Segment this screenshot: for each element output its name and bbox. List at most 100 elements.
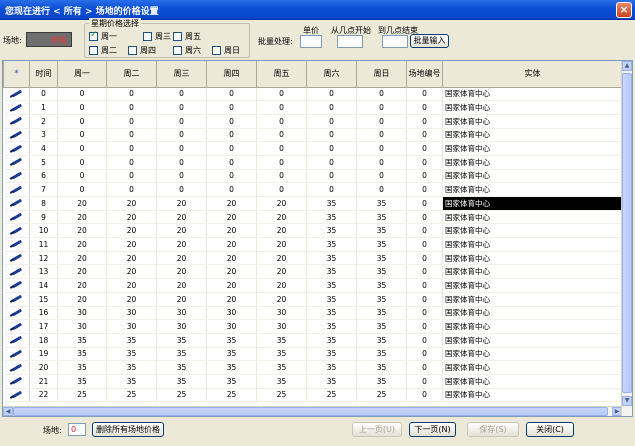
cell-tue[interactable]: 35: [106, 333, 157, 348]
cell-mon[interactable]: 30: [57, 319, 107, 334]
cell-time[interactable]: 13: [29, 264, 58, 280]
cell-thu[interactable]: 20: [206, 264, 257, 280]
cell-mon[interactable]: 20: [57, 210, 107, 225]
cell-mon[interactable]: 20: [57, 196, 107, 211]
table-row[interactable]: 20 35 35 35 35 35 35 35 0 国家体育中心: [3, 360, 623, 375]
cell-sat[interactable]: 35: [306, 264, 357, 280]
cell-fri[interactable]: 0: [256, 114, 307, 129]
horizontal-scrollbar[interactable]: ◀ ▶: [3, 406, 622, 416]
cell-sun[interactable]: 0: [356, 128, 407, 143]
cell-venue-id[interactable]: 0: [406, 182, 443, 197]
delete-all-prices-button[interactable]: 删除所有场地价格: [92, 422, 164, 437]
scroll-left-icon[interactable]: ◀: [3, 407, 13, 416]
cell-venue-id[interactable]: 0: [406, 264, 443, 280]
cell-tue[interactable]: 30: [106, 306, 157, 321]
cell-thu[interactable]: 20: [206, 251, 257, 266]
cell-fri[interactable]: 20: [256, 196, 307, 211]
cell-tue[interactable]: 35: [106, 374, 157, 389]
cell-fri[interactable]: 20: [256, 251, 307, 266]
cell-wed[interactable]: 0: [156, 169, 207, 184]
row-selector[interactable]: [3, 278, 30, 293]
cell-fri[interactable]: 0: [256, 141, 307, 156]
cell-time[interactable]: 8: [29, 196, 58, 211]
cell-entity[interactable]: 国家体育中心: [442, 306, 623, 321]
cell-thu[interactable]: 0: [206, 182, 257, 197]
cell-time[interactable]: 22: [29, 388, 58, 403]
cell-time[interactable]: 20: [29, 360, 58, 375]
cell-mon[interactable]: 20: [57, 251, 107, 266]
row-selector[interactable]: [3, 292, 30, 307]
table-row[interactable]: 6 0 0 0 0 0 0 0 0 国家体育中心: [3, 169, 623, 184]
cell-sat[interactable]: 35: [306, 237, 357, 252]
row-selector[interactable]: [3, 306, 30, 321]
cell-time[interactable]: 1: [29, 100, 58, 115]
cell-time[interactable]: 17: [29, 319, 58, 334]
cell-fri[interactable]: 0: [256, 100, 307, 115]
row-selector[interactable]: [3, 100, 30, 115]
cell-venue-id[interactable]: 0: [406, 87, 443, 102]
venue-select[interactable]: 所有: [26, 32, 72, 47]
cell-fri[interactable]: 20: [256, 210, 307, 225]
cell-time[interactable]: 6: [29, 169, 58, 184]
cell-time[interactable]: 5: [29, 155, 58, 170]
column-header-tue[interactable]: 周二: [106, 61, 157, 88]
cell-fri[interactable]: 35: [256, 333, 307, 348]
cell-fri[interactable]: 20: [256, 264, 307, 280]
cell-time[interactable]: 12: [29, 251, 58, 266]
cell-time[interactable]: 4: [29, 141, 58, 156]
checkbox-box[interactable]: [212, 46, 221, 55]
cell-sat[interactable]: 0: [306, 87, 357, 102]
cell-tue[interactable]: 0: [106, 128, 157, 143]
cell-sun[interactable]: 35: [356, 292, 407, 307]
column-header-time[interactable]: 时间: [29, 61, 58, 88]
cell-mon[interactable]: 35: [57, 333, 107, 348]
cell-sun[interactable]: 35: [356, 251, 407, 266]
cell-entity[interactable]: 国家体育中心: [442, 100, 623, 115]
cell-tue[interactable]: 20: [106, 210, 157, 225]
cell-venue-id[interactable]: 0: [406, 251, 443, 266]
table-row[interactable]: 11 20 20 20 20 20 35 35 0 国家体育中心: [3, 237, 623, 252]
row-selector[interactable]: [3, 388, 30, 403]
row-selector[interactable]: [3, 333, 30, 348]
cell-venue-id[interactable]: 0: [406, 347, 443, 362]
footer-venue-input[interactable]: 0: [68, 423, 86, 436]
cell-venue-id[interactable]: 0: [406, 114, 443, 129]
cell-tue[interactable]: 20: [106, 292, 157, 307]
column-header-sat[interactable]: 周六: [306, 61, 357, 88]
cell-time[interactable]: 2: [29, 114, 58, 129]
checkbox-friday[interactable]: 周五: [173, 31, 201, 42]
cell-entity[interactable]: 国家体育中心: [442, 333, 623, 348]
cell-time[interactable]: 7: [29, 182, 58, 197]
row-selector[interactable]: [3, 374, 30, 389]
table-row[interactable]: 2 0 0 0 0 0 0 0 0 国家体育中心: [3, 114, 623, 129]
cell-mon[interactable]: 20: [57, 278, 107, 293]
cell-sun[interactable]: 0: [356, 169, 407, 184]
row-selector[interactable]: [3, 210, 30, 225]
table-row[interactable]: 18 35 35 35 35 35 35 35 0 国家体育中心: [3, 333, 623, 348]
cell-fri[interactable]: 35: [256, 347, 307, 362]
cell-sun[interactable]: 0: [356, 155, 407, 170]
checkbox-box[interactable]: [173, 32, 182, 41]
cell-sat[interactable]: 0: [306, 169, 357, 184]
cell-tue[interactable]: 0: [106, 169, 157, 184]
row-selector[interactable]: [3, 182, 30, 197]
cell-wed[interactable]: 0: [156, 182, 207, 197]
cell-mon[interactable]: 0: [57, 114, 107, 129]
horizontal-scroll-thumb[interactable]: [13, 407, 608, 416]
checkbox-sunday[interactable]: 周日: [212, 45, 240, 56]
cell-sun[interactable]: 0: [356, 182, 407, 197]
row-selector[interactable]: [3, 155, 30, 170]
prev-page-button[interactable]: 上一页(U): [352, 422, 402, 437]
cell-thu[interactable]: 30: [206, 306, 257, 321]
cell-sat[interactable]: 0: [306, 141, 357, 156]
cell-entity[interactable]: 国家体育中心: [442, 128, 623, 143]
cell-mon[interactable]: 30: [57, 306, 107, 321]
cell-fri[interactable]: 30: [256, 319, 307, 334]
table-row[interactable]: 8 20 20 20 20 20 35 35 0 国家体育中心: [3, 196, 623, 211]
cell-fri[interactable]: 20: [256, 292, 307, 307]
table-row[interactable]: 19 35 35 35 35 35 35 35 0 国家体育中心: [3, 347, 623, 362]
cell-mon[interactable]: 20: [57, 223, 107, 239]
checkbox-monday[interactable]: 周一: [89, 30, 117, 42]
cell-fri[interactable]: 35: [256, 374, 307, 389]
table-row[interactable]: 16 30 30 30 30 30 35 35 0 国家体育中心: [3, 306, 623, 321]
